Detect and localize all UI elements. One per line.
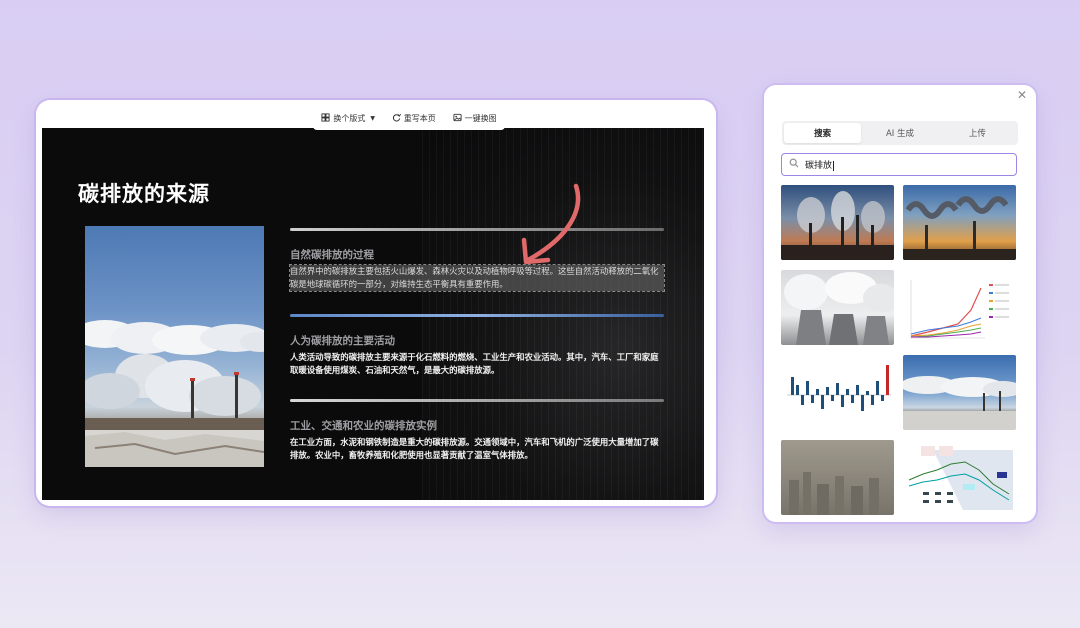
slide-title[interactable]: 碳排放的来源 — [78, 178, 210, 208]
tab-ai-generate[interactable]: AI 生成 — [861, 123, 938, 143]
rewrite-page-label: 重写本页 — [403, 113, 436, 123]
image-result-smoke-sunset[interactable] — [903, 185, 1016, 260]
search-icon — [789, 158, 799, 171]
section-title[interactable]: 人为碳排放的主要活动 — [290, 333, 664, 348]
image-result-infographic[interactable] — [903, 440, 1016, 515]
switch-layout-label: 换个版式 — [333, 113, 366, 123]
tab-upload[interactable]: 上传 — [939, 123, 1016, 143]
image-search-input[interactable]: 碳排放 — [781, 153, 1017, 176]
swap-image-button[interactable]: 一键换图 — [453, 113, 497, 124]
section-divider — [290, 399, 664, 402]
image-panel: ✕ 搜索 AI 生成 上传 碳排放 — [764, 85, 1036, 522]
image-result-bar-chart[interactable] — [781, 355, 894, 430]
rewrite-icon — [392, 113, 401, 124]
slide-section-examples: 工业、交通和农业的碳排放实例 在工业方面，水泥和钢铁制造是重大的碳排放源。交通领… — [290, 399, 664, 462]
switch-layout-button[interactable]: 换个版式 ▼ — [321, 112, 376, 124]
layout-icon — [321, 112, 330, 124]
search-query: 碳排放 — [805, 160, 835, 171]
slide-toolbar: 换个版式 ▼ 重写本页 一键换图 — [313, 106, 505, 130]
slide-editor-window: 换个版式 ▼ 重写本页 一键换图 碳排放的来源 自然碳排放的过程 自然界中的碳排… — [36, 100, 716, 506]
image-result-cooling-towers[interactable] — [781, 270, 894, 345]
rewrite-page-button[interactable]: 重写本页 — [392, 113, 436, 124]
section-title[interactable]: 自然碳排放的过程 — [290, 247, 664, 262]
slide-section-natural: 自然碳排放的过程 自然界中的碳排放主要包括火山爆发、森林火灾以及动植物呼吸等过程… — [289, 228, 665, 292]
image-result-smog-city[interactable] — [781, 440, 894, 515]
chevron-down-icon: ▼ — [370, 114, 376, 122]
annotation-arrow-icon — [521, 183, 581, 265]
section-divider — [290, 228, 664, 231]
section-body-selected[interactable]: 自然界中的碳排放主要包括火山爆发、森林火灾以及动植物呼吸等过程。这些自然活动释放… — [289, 264, 665, 292]
section-title[interactable]: 工业、交通和农业的碳排放实例 — [290, 418, 664, 433]
section-divider — [290, 314, 664, 317]
image-result-emissions-line-chart[interactable] — [903, 270, 1016, 345]
tab-search[interactable]: 搜索 — [784, 123, 862, 143]
image-result-industrial-skyline[interactable] — [781, 185, 894, 260]
slide-canvas[interactable]: 碳排放的来源 自然碳排放的过程 自然界中的碳排放主要包括火山爆发、森林火灾以及动… — [42, 128, 704, 500]
slide-section-human: 人为碳排放的主要活动 人类活动导致的碳排放主要来源于化石燃料的燃烧、工业生产和农… — [290, 314, 664, 377]
section-body[interactable]: 人类活动导致的碳排放主要来源于化石燃料的燃烧、工业生产和农业活动。其中，汽车、工… — [290, 351, 664, 377]
swap-image-label: 一键换图 — [464, 113, 497, 123]
image-source-tabs: 搜索 AI 生成 上传 — [782, 121, 1018, 145]
close-icon[interactable]: ✕ — [1017, 88, 1027, 102]
slide-photo-factory-smoke[interactable] — [85, 226, 264, 467]
section-body[interactable]: 在工业方面，水泥和钢铁制造是重大的碳排放源。交通领域中，汽车和飞机的广泛使用大量… — [290, 436, 664, 462]
image-result-smokestacks-snow[interactable] — [903, 355, 1016, 430]
image-icon — [453, 113, 462, 124]
